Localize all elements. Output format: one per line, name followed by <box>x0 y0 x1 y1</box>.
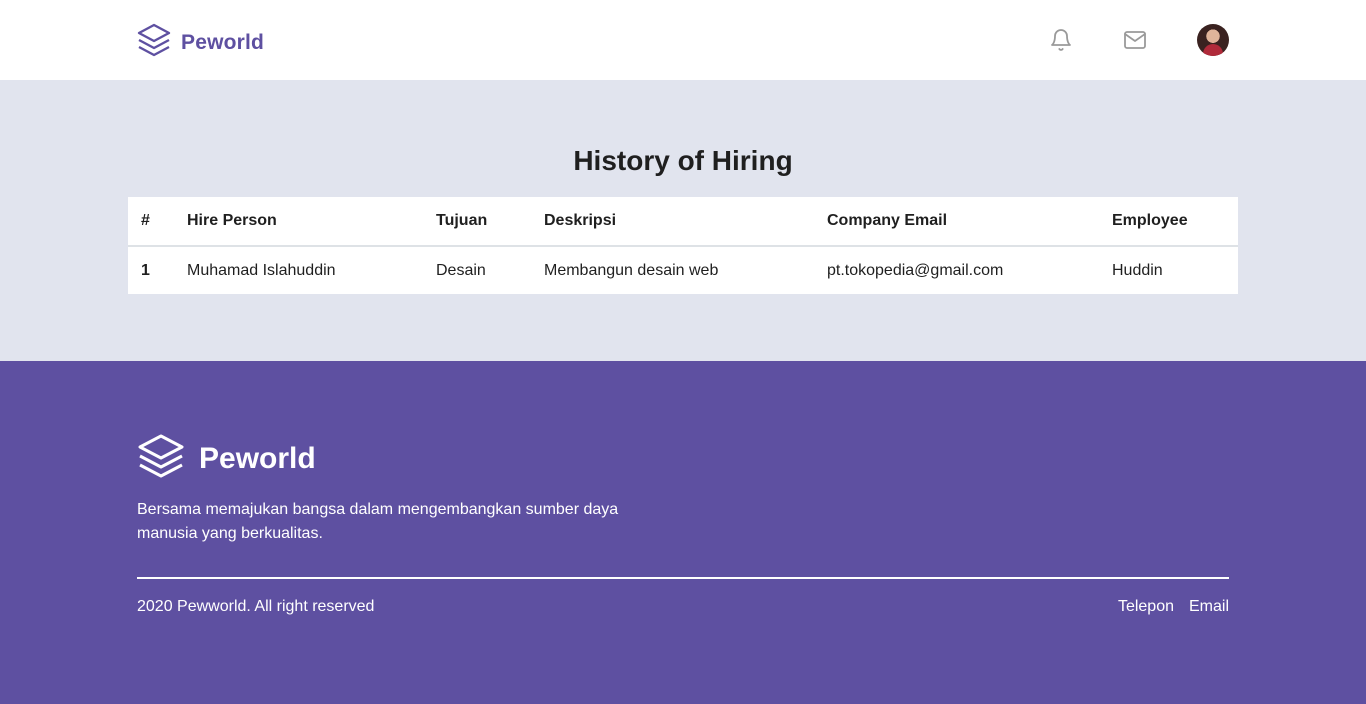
footer-copyright: 2020 Pewworld. All right reserved <box>137 598 375 615</box>
footer: Peworld Bersama memajukan bangsa dalam m… <box>0 361 1366 704</box>
layers-logo-icon <box>137 432 185 485</box>
brand-link[interactable]: Peworld <box>137 22 264 63</box>
bell-icon[interactable] <box>1048 27 1074 53</box>
footer-brand-name: Peworld <box>199 441 316 475</box>
footer-divider <box>137 577 1229 579</box>
header-employee: Employee <box>1112 197 1238 247</box>
cell-deskripsi: Membangun desain web <box>544 261 719 279</box>
cell-tujuan: Desain <box>436 261 486 279</box>
page-title: History of Hiring <box>573 145 793 176</box>
hiring-table-container: # Hire Person Tujuan Deskripsi Company E… <box>128 197 1238 294</box>
footer-brand: Peworld <box>137 432 316 485</box>
footer-description: Bersama memajukan bangsa dalam mengemban… <box>137 501 619 542</box>
layers-logo-icon <box>137 22 171 63</box>
mail-icon[interactable] <box>1122 27 1148 53</box>
header-tujuan: Tujuan <box>436 197 544 247</box>
cell-number: 1 <box>141 261 150 279</box>
footer-links: Telepon Email <box>1118 598 1229 616</box>
header-number: # <box>128 197 187 247</box>
cell-hire-person: Muhamad Islahuddin <box>187 261 336 279</box>
avatar-scarf <box>1203 44 1223 56</box>
hiring-table: # Hire Person Tujuan Deskripsi Company E… <box>128 197 1238 294</box>
cell-company-email: pt.tokopedia@gmail.com <box>827 261 1004 279</box>
table-header-row: # Hire Person Tujuan Deskripsi Company E… <box>128 197 1238 247</box>
header-deskripsi: Deskripsi <box>544 197 827 247</box>
brand-name: Peworld <box>181 30 265 54</box>
header-company-email: Company Email <box>827 197 1112 247</box>
navbar: Peworld <box>0 0 1366 80</box>
avatar[interactable] <box>1197 24 1229 56</box>
footer-link-telepon[interactable]: Telepon <box>1118 598 1174 616</box>
cell-employee: Huddin <box>1112 261 1163 279</box>
table-row: 1 Muhamad Islahuddin Desain Membangun de… <box>128 246 1238 294</box>
footer-link-email[interactable]: Email <box>1189 598 1229 616</box>
header-hire-person: Hire Person <box>187 197 436 247</box>
